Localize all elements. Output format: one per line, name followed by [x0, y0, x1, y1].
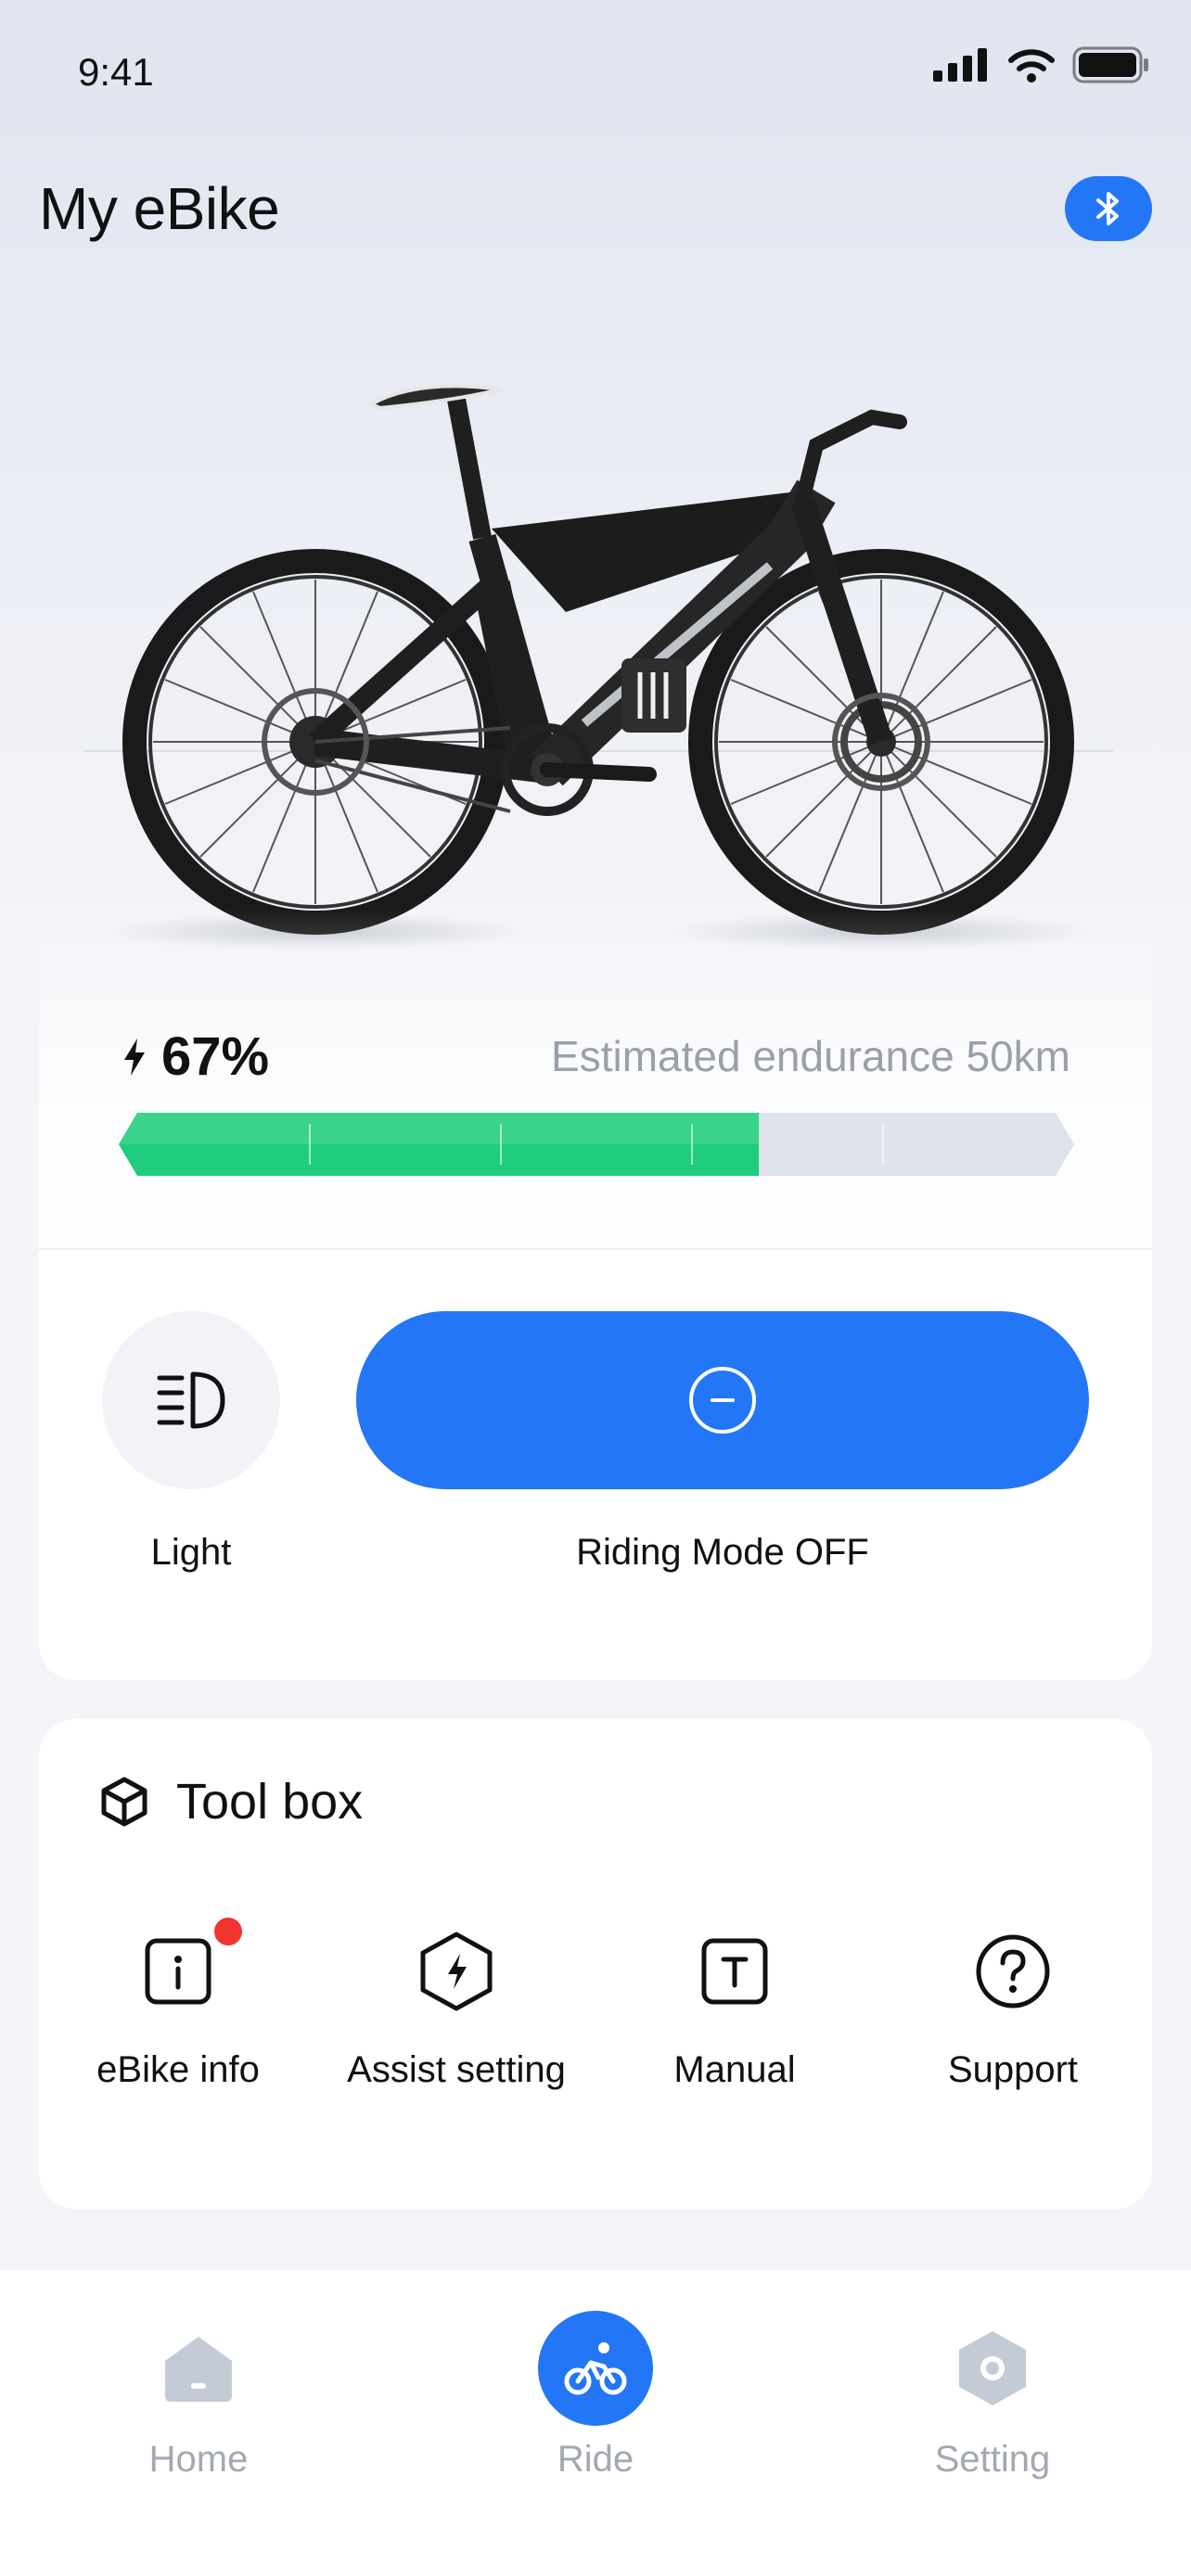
- light-label: Light: [150, 1532, 232, 1573]
- tool-assist-setting[interactable]: Assist setting: [317, 1927, 596, 2091]
- headlight-icon: [157, 1371, 225, 1429]
- notification-badge: [214, 1918, 242, 1945]
- lightning-icon: [124, 1038, 145, 1076]
- tool-label: Manual: [673, 2049, 796, 2090]
- page-title: My eBike: [39, 175, 280, 242]
- card-divider: [39, 1248, 1152, 1250]
- ride-active-circle: [538, 2311, 653, 2426]
- tool-manual[interactable]: Manual: [596, 1927, 874, 2091]
- support-icon-wrap: [974, 1927, 1052, 2016]
- riding-mode-button[interactable]: [356, 1311, 1089, 1489]
- tool-label: Assist setting: [347, 2049, 566, 2090]
- bluetooth-button[interactable]: [1065, 176, 1152, 241]
- light-button[interactable]: [102, 1311, 280, 1489]
- manual-icon-wrap: [698, 1927, 771, 2016]
- setting-icon-wrap: [956, 2309, 1029, 2428]
- tool-support[interactable]: Support: [874, 1927, 1152, 2091]
- tool-label: Support: [947, 2049, 1079, 2090]
- toolbox-title: Tool box: [176, 1774, 364, 1830]
- endurance-text: Estimated endurance 50km: [551, 1032, 1070, 1080]
- battery-level-bar: [119, 1113, 1074, 1176]
- manual-icon: [701, 1938, 768, 2005]
- riding-mode-label: Riding Mode OFF: [576, 1532, 869, 1573]
- tab-label: Ride: [557, 2439, 634, 2480]
- info-icon: [145, 1938, 211, 2005]
- cube-icon: [101, 1777, 147, 1827]
- tab-label: Setting: [934, 2439, 1051, 2480]
- bike-icon: [564, 2342, 627, 2395]
- tool-ebike-info[interactable]: eBike info: [39, 1918, 317, 2091]
- help-icon: [976, 1934, 1050, 2009]
- bluetooth-icon: [1096, 192, 1119, 225]
- bolt-hex-icon: [420, 1932, 493, 2011]
- status-time: 9:41: [78, 50, 154, 94]
- battery-status-icon: [1072, 46, 1148, 83]
- ebike-info-icon-wrap: [142, 1918, 242, 2016]
- status-icons: [933, 46, 1150, 83]
- mode-off-icon: [689, 1367, 756, 1434]
- tab-setting[interactable]: Setting: [881, 2309, 1104, 2480]
- ride-icon-wrap: [538, 2309, 653, 2428]
- home-icon-wrap: [161, 2309, 236, 2428]
- assist-icon-wrap: [418, 1927, 494, 2016]
- wifi-icon: [1008, 49, 1055, 83]
- tool-label: eBike info: [96, 2049, 260, 2090]
- toolbox-header: Tool box: [100, 1773, 363, 1830]
- battery-row: 67%: [121, 1026, 269, 1088]
- home-icon: [165, 2337, 232, 2402]
- signal-icon: [933, 48, 987, 82]
- tab-ride[interactable]: Ride: [484, 2309, 707, 2480]
- tab-label: Home: [148, 2439, 249, 2480]
- settings-icon: [959, 2331, 1026, 2405]
- tab-home[interactable]: Home: [87, 2309, 310, 2480]
- ebike-image: [83, 384, 1113, 950]
- battery-percent: 67%: [161, 1027, 270, 1087]
